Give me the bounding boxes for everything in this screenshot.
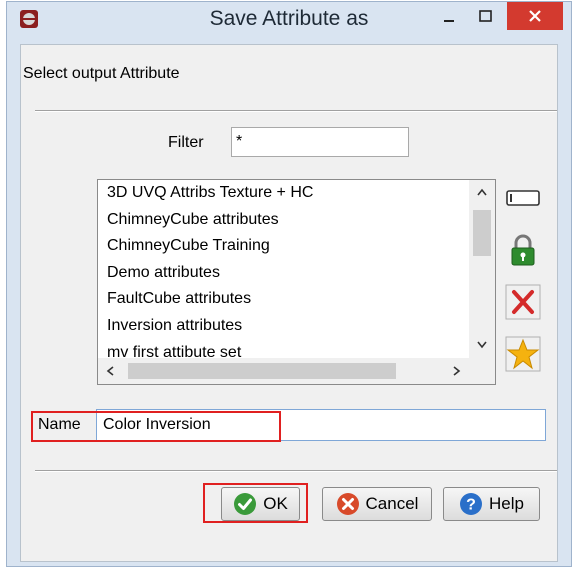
maximize-button[interactable]: [469, 6, 503, 30]
delete-icon: [505, 284, 541, 320]
help-label: Help: [489, 494, 524, 513]
rename-icon: [506, 190, 540, 206]
rename-button[interactable]: [505, 180, 541, 216]
horizontal-scroll-thumb[interactable]: [128, 363, 396, 379]
list-item[interactable]: Inversion attributes: [98, 313, 468, 340]
vertical-scrollbar[interactable]: [469, 180, 495, 358]
attribute-list-items: 3D UVQ Attribs Texture + HC ChimneyCube …: [98, 180, 468, 366]
list-item[interactable]: ChimneyCube Training: [98, 233, 468, 260]
filter-input[interactable]: [231, 127, 409, 157]
section-heading: Select output Attribute: [23, 65, 180, 82]
cancel-icon: [336, 493, 359, 515]
list-item[interactable]: FaultCube attributes: [98, 286, 468, 313]
minimize-button[interactable]: [432, 6, 466, 30]
scroll-up-icon[interactable]: [475, 186, 489, 198]
cancel-button[interactable]: Cancel: [322, 487, 432, 521]
title-bar[interactable]: Save Attribute as: [7, 2, 571, 36]
name-highlight-box: [31, 411, 281, 442]
close-icon: [529, 10, 541, 22]
ok-highlight-box: [203, 483, 308, 523]
scroll-right-icon[interactable]: [450, 364, 464, 378]
separator-top: [35, 110, 557, 112]
favorite-button[interactable]: [505, 336, 541, 372]
star-icon: [505, 336, 541, 372]
lock-icon: [511, 234, 535, 266]
horizontal-scrollbar[interactable]: [98, 358, 495, 384]
lock-button[interactable]: [505, 232, 541, 268]
help-button[interactable]: ? Help: [443, 487, 540, 521]
list-item[interactable]: 3D UVQ Attribs Texture + HC: [98, 180, 468, 207]
close-button[interactable]: [507, 2, 563, 30]
vertical-scroll-thumb[interactable]: [473, 210, 491, 256]
scroll-down-icon[interactable]: [475, 338, 489, 350]
attribute-list[interactable]: 3D UVQ Attribs Texture + HC ChimneyCube …: [97, 179, 496, 385]
delete-button[interactable]: [505, 284, 541, 320]
filter-label: Filter: [168, 134, 204, 151]
help-icon: ?: [460, 493, 483, 515]
list-item[interactable]: Demo attributes: [98, 260, 468, 287]
scroll-left-icon[interactable]: [104, 364, 118, 378]
separator-bottom: [35, 470, 557, 472]
svg-text:?: ?: [466, 497, 476, 514]
list-item[interactable]: ChimneyCube attributes: [98, 207, 468, 234]
cancel-label: Cancel: [365, 494, 419, 513]
